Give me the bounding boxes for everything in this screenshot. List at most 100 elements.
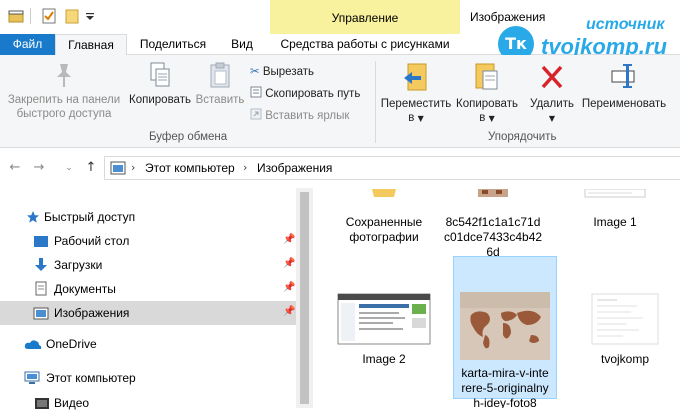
navigation-pane: Быстрый доступ Рабочий стол 📌 Загрузки 📌…	[0, 188, 296, 410]
copy-button[interactable]: Копировать	[126, 61, 194, 107]
nav-label: Рабочий стол	[54, 234, 130, 248]
nav-pictures[interactable]: Изображения 📌	[0, 301, 296, 325]
file-item-saved-photos[interactable]: Сохраненные фотографии	[334, 188, 434, 250]
tab-file[interactable]: Файл	[0, 34, 55, 55]
pin-icon	[57, 64, 71, 87]
move-to-label: Переместить	[380, 98, 452, 110]
copy-to-label-2: в	[479, 112, 486, 124]
properties-icon[interactable]	[42, 8, 56, 24]
back-arrow-icon[interactable]: ←	[8, 161, 22, 175]
tab-home[interactable]: Главная	[55, 34, 127, 56]
image-thumbnail	[337, 293, 431, 345]
file-item-hash-image[interactable]: 8c542f1c1a1c71d c01dce7433c4b42 6d	[443, 188, 543, 259]
copy-path-button[interactable]: Скопировать путь	[250, 86, 360, 101]
pin-icon[interactable]: 📌	[283, 258, 295, 269]
context-group-label: Управление	[331, 11, 399, 25]
copy-to-button[interactable]: Копировать в ▼	[452, 61, 522, 126]
image-thumbnail	[584, 188, 646, 198]
customize-qa-dropdown-icon[interactable]	[85, 8, 95, 24]
navigation-bar: ← → ⌄ ↑ › Этот компьютер › Изображения	[0, 148, 680, 188]
rename-label: Переименовать	[581, 98, 667, 110]
nav-downloads[interactable]: Загрузки 📌	[0, 253, 296, 277]
computer-icon	[24, 371, 40, 384]
breadcrumb-pictures[interactable]: Изображения	[257, 161, 332, 175]
nav-label: Загрузки	[54, 258, 103, 272]
nav-label: Документы	[54, 282, 116, 296]
explorer-window-icon[interactable]	[8, 8, 24, 24]
nav-label: Изображения	[54, 306, 130, 320]
scissors-icon: ✂	[250, 64, 260, 78]
paste-icon	[210, 62, 230, 88]
tab-share[interactable]: Поделиться	[133, 34, 213, 55]
delete-x-icon	[541, 65, 563, 89]
pin-quick-access-button[interactable]: Закрепить на панели быстрого доступа	[4, 61, 124, 121]
image-thumbnail	[460, 292, 550, 360]
file-list: Сохраненные фотографии 8c542f1c1a1c71d c…	[313, 188, 680, 408]
new-folder-icon[interactable]	[65, 8, 79, 24]
file-name-line1: Сохраненные	[345, 215, 423, 229]
move-to-label-2: в	[408, 112, 415, 124]
paste-button[interactable]: Вставить	[194, 61, 246, 107]
paste-shortcut-label: Вставить ярлык	[265, 110, 350, 122]
chevron-down-icon: ▼	[548, 114, 556, 123]
file-name-line2: rere-5-originalny	[461, 381, 549, 395]
nav-quick-access[interactable]: Быстрый доступ	[0, 205, 296, 229]
nav-desktop[interactable]: Рабочий стол 📌	[0, 229, 296, 253]
watermark-source-text: источник	[586, 16, 665, 33]
nav-this-pc[interactable]: Этот компьютер	[0, 366, 296, 390]
desktop-icon	[34, 236, 48, 247]
copy-label: Копировать	[129, 94, 191, 106]
cut-button[interactable]: ✂ Вырезать	[250, 64, 314, 79]
copy-path-label: Скопировать путь	[265, 88, 361, 100]
cloud-icon	[24, 340, 42, 349]
tab-view[interactable]: Вид	[222, 34, 262, 55]
scrollbar-thumb[interactable]	[300, 192, 309, 404]
breadcrumb-chevron-icon[interactable]: ›	[243, 161, 247, 174]
breadcrumb-this-pc[interactable]: Этот компьютер	[145, 161, 235, 175]
chevron-down-icon: ▼	[488, 114, 495, 123]
nav-documents[interactable]: Документы 📌	[0, 277, 296, 301]
copy-path-icon	[250, 86, 262, 98]
file-item-karta[interactable]: karta-mira-v-inte rere-5-originalny h-id…	[453, 256, 557, 408]
up-arrow-icon[interactable]: ↑	[84, 161, 98, 175]
tab-picture-tools[interactable]: Средства работы с рисунками	[270, 34, 460, 55]
pictures-icon	[33, 307, 49, 320]
rename-icon	[611, 64, 635, 88]
pin-icon[interactable]: 📌	[283, 306, 295, 317]
nav-scrollbar[interactable]	[296, 188, 313, 408]
rename-button[interactable]: Переименовать	[578, 61, 670, 111]
delete-label: Удалить	[530, 98, 574, 110]
address-bar[interactable]: › Этот компьютер › Изображения	[104, 156, 680, 180]
paste-shortcut-button[interactable]: Вставить ярлык	[250, 108, 349, 123]
clipboard-group-label: Буфер обмена	[149, 131, 228, 143]
pin-label-line2: быстрого доступа	[16, 108, 112, 120]
nav-onedrive[interactable]: OneDrive	[0, 332, 296, 356]
chevron-down-icon: ▼	[417, 114, 424, 123]
pin-icon[interactable]: 📌	[283, 282, 295, 293]
move-to-button[interactable]: Переместить в ▼	[380, 61, 452, 126]
nav-videos[interactable]: Видео	[0, 391, 296, 415]
delete-button[interactable]: Удалить ▼	[526, 61, 578, 126]
file-name-line3: h-idey-foto8	[473, 396, 537, 408]
star-icon	[27, 211, 39, 223]
breadcrumb-chevron-icon[interactable]: ›	[131, 161, 135, 174]
move-to-icon	[404, 63, 427, 91]
image-thumbnail	[478, 189, 508, 197]
nav-label: OneDrive	[46, 337, 97, 351]
ribbon: Закрепить на панели быстрого доступа Коп…	[0, 55, 680, 148]
file-item-tvojkomp[interactable]: tvojkomp	[575, 292, 675, 372]
file-item-image2[interactable]: Image 2	[334, 292, 434, 372]
folder-icon	[372, 189, 396, 197]
download-icon	[35, 258, 47, 271]
cut-label: Вырезать	[262, 66, 314, 78]
file-item-image1[interactable]: Image 1	[565, 188, 665, 229]
qa-separator	[30, 8, 31, 24]
forward-arrow-icon[interactable]: →	[32, 161, 46, 175]
pin-icon[interactable]: 📌	[283, 234, 295, 245]
image-thumbnail	[591, 293, 659, 345]
video-icon	[35, 398, 49, 409]
file-name: Image 2	[362, 352, 406, 366]
recent-locations-chevron-icon[interactable]: ⌄	[62, 161, 76, 175]
file-name: Image 1	[593, 215, 637, 229]
title-bar: Управление Изображения	[0, 0, 680, 34]
